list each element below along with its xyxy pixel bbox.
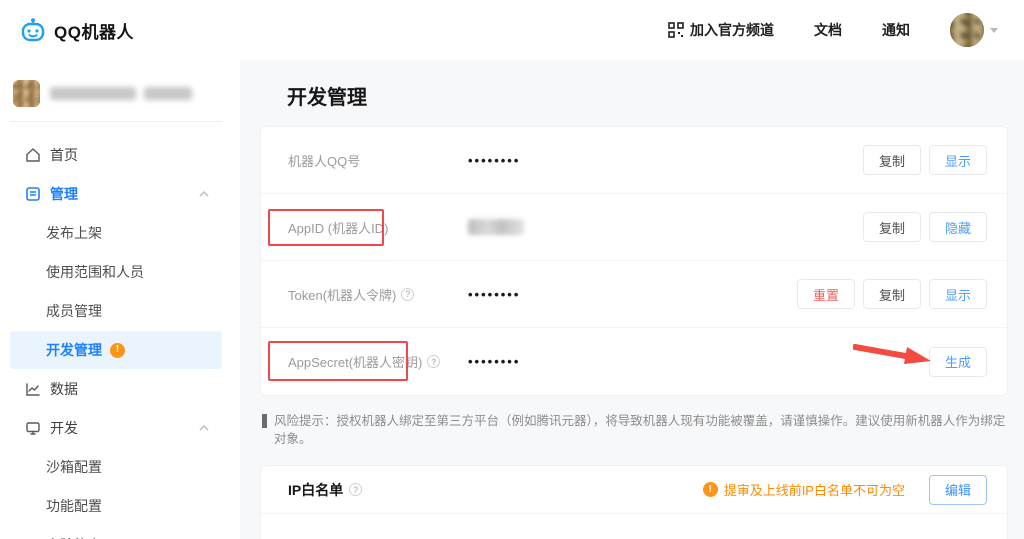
sidebar-item-dev-manage[interactable]: 开发管理 !	[10, 331, 222, 369]
copy-appid-button[interactable]: 复制	[863, 212, 921, 242]
show-token-button[interactable]: 显示	[929, 279, 987, 309]
chevron-up-icon[interactable]	[198, 190, 210, 198]
bot-qq-masked-value: ••••••••	[468, 153, 520, 168]
row-token: Token(机器人令牌) ? •••••••• 重置 复制 显示	[261, 261, 1007, 328]
sidebar-item-members-label: 成员管理	[46, 301, 102, 321]
ip-whitelist-header: IP白名单 ? ! 提审及上线前IP白名单不可为空 编辑	[261, 466, 1007, 514]
bot-profile	[0, 60, 240, 121]
sidebar-item-advanced[interactable]: 高阶能力	[10, 526, 222, 539]
ip-whitelist-body	[261, 514, 1007, 539]
sidebar: 首页 管理 发布上架 使用范围和人员 成员管理 开发管理 ! 数	[0, 60, 240, 539]
join-official-channel-label: 加入官方频道	[690, 20, 774, 40]
docs-link[interactable]: 文档	[814, 20, 842, 40]
user-menu[interactable]	[950, 13, 998, 47]
warning-icon: !	[110, 343, 125, 358]
sidebar-item-sandbox[interactable]: 沙箱配置	[10, 448, 222, 486]
token-label: Token(机器人令牌) ?	[288, 285, 468, 304]
sidebar-item-publish[interactable]: 发布上架	[10, 214, 222, 252]
row-appsecret: AppSecret(机器人密钥) ? •••••••• 生成	[261, 328, 1007, 395]
page-title: 开发管理	[287, 81, 1024, 110]
generate-appsecret-button[interactable]: 生成	[929, 347, 987, 377]
chevron-up-icon[interactable]	[198, 424, 210, 432]
sidebar-item-dev-manage-label: 开发管理	[46, 340, 102, 360]
risk-note-text: 风险提示：授权机器人绑定至第三方平台（例如腾讯元器），将导致机器人现有功能被覆盖…	[274, 413, 1008, 448]
sidebar-item-scope[interactable]: 使用范围和人员	[10, 253, 222, 291]
bot-qq-label: 机器人QQ号	[288, 151, 468, 170]
bot-avatar-blurred	[13, 80, 40, 107]
sidebar-item-advanced-label: 高阶能力	[46, 535, 102, 539]
warning-icon: !	[703, 482, 718, 497]
home-icon	[25, 147, 41, 163]
main-content: 开发管理 机器人QQ号 •••••••• 复制 显示 AppID (机器人ID)…	[240, 60, 1024, 539]
appsecret-masked-value: ••••••••	[468, 354, 520, 369]
ip-whitelist-card: IP白名单 ? ! 提审及上线前IP白名单不可为空 编辑	[260, 465, 1008, 539]
chart-icon	[25, 381, 41, 397]
sidebar-item-data-label: 数据	[50, 379, 78, 399]
help-icon[interactable]: ?	[349, 483, 362, 496]
token-masked-value: ••••••••	[468, 287, 520, 302]
sidebar-item-manage-label: 管理	[50, 184, 78, 204]
reset-token-button[interactable]: 重置	[797, 279, 855, 309]
qr-code-icon	[668, 22, 684, 38]
ip-whitelist-warning-text: 提审及上线前IP白名单不可为空	[724, 480, 905, 499]
notifications-link[interactable]: 通知	[882, 20, 910, 40]
document-icon	[25, 186, 41, 202]
appsecret-label: AppSecret(机器人密钥) ?	[288, 352, 468, 371]
sidebar-item-manage[interactable]: 管理	[10, 175, 222, 213]
hide-appid-button[interactable]: 隐藏	[929, 212, 987, 242]
logo-text: QQ机器人	[54, 18, 134, 43]
monitor-icon	[25, 420, 41, 436]
help-icon[interactable]: ?	[401, 288, 414, 301]
sidebar-item-features[interactable]: 功能配置	[10, 487, 222, 525]
chevron-down-icon	[990, 28, 998, 33]
appid-label: AppID (机器人ID)	[288, 218, 468, 237]
row-bot-qq: 机器人QQ号 •••••••• 复制 显示	[261, 127, 1007, 194]
credentials-card: 机器人QQ号 •••••••• 复制 显示 AppID (机器人ID) 复制 隐…	[260, 126, 1008, 396]
top-header: QQ机器人 加入官方频道 文档 通知	[0, 0, 1024, 60]
sidebar-item-home-label: 首页	[50, 145, 78, 165]
user-avatar[interactable]	[950, 13, 984, 47]
app-logo[interactable]: QQ机器人	[20, 17, 134, 43]
appid-value-blurred	[468, 219, 524, 235]
notifications-label: 通知	[882, 20, 910, 40]
edit-ip-whitelist-button[interactable]: 编辑	[929, 475, 987, 505]
sidebar-item-dev[interactable]: 开发	[10, 409, 222, 447]
help-icon[interactable]: ?	[427, 355, 440, 368]
sidebar-item-data[interactable]: 数据	[10, 370, 222, 408]
sidebar-item-sandbox-label: 沙箱配置	[46, 457, 102, 477]
header-nav: 加入官方频道 文档 通知	[668, 13, 998, 47]
row-appid: AppID (机器人ID) 复制 隐藏	[261, 194, 1007, 261]
join-official-channel-link[interactable]: 加入官方频道	[668, 20, 774, 40]
risk-note: 风险提示：授权机器人绑定至第三方平台（例如腾讯元器），将导致机器人现有功能被覆盖…	[262, 413, 1008, 448]
ip-whitelist-warning: ! 提审及上线前IP白名单不可为空	[695, 480, 905, 499]
bot-name-blurred	[50, 87, 192, 100]
risk-bar-icon	[262, 414, 267, 428]
sidebar-item-publish-label: 发布上架	[46, 223, 102, 243]
ip-whitelist-title: IP白名单 ?	[288, 480, 362, 500]
sidebar-item-dev-label: 开发	[50, 418, 78, 438]
robot-icon	[20, 17, 46, 43]
sidebar-divider	[10, 121, 222, 122]
sidebar-item-features-label: 功能配置	[46, 496, 102, 516]
show-qq-button[interactable]: 显示	[929, 145, 987, 175]
sidebar-item-scope-label: 使用范围和人员	[46, 262, 144, 282]
sidebar-item-home[interactable]: 首页	[10, 136, 222, 174]
docs-label: 文档	[814, 20, 842, 40]
sidebar-item-members[interactable]: 成员管理	[10, 292, 222, 330]
copy-qq-button[interactable]: 复制	[863, 145, 921, 175]
copy-token-button[interactable]: 复制	[863, 279, 921, 309]
